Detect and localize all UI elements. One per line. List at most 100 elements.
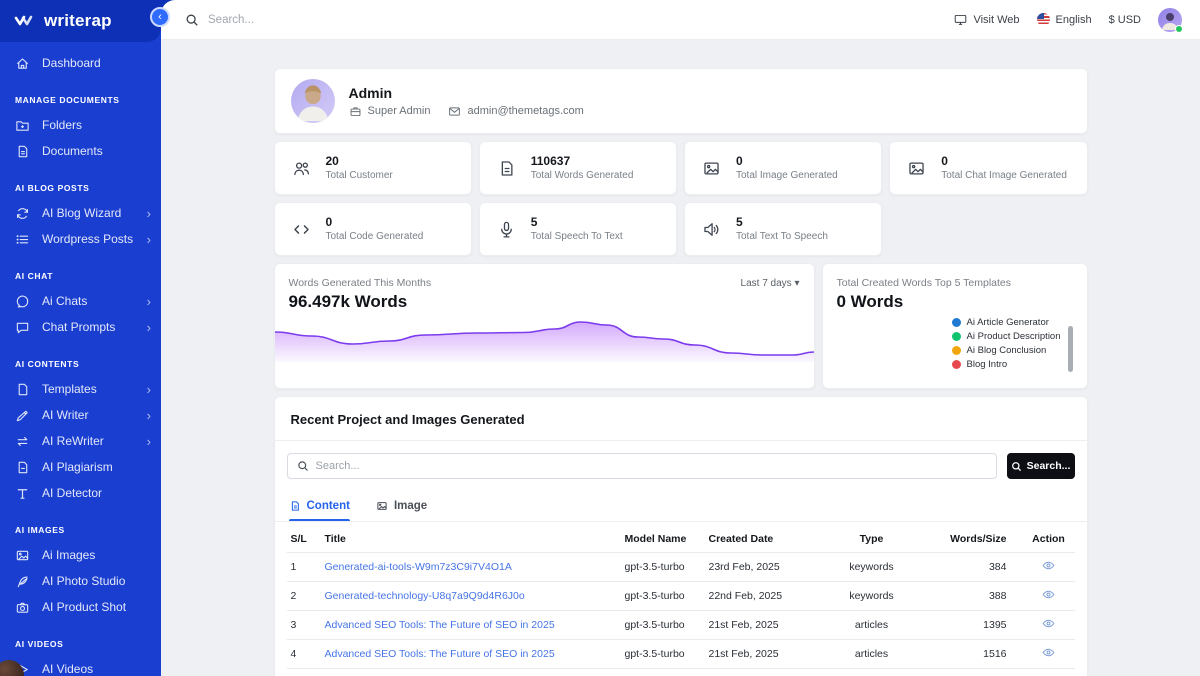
sidebar-item-label: Folders xyxy=(42,118,151,132)
sidebar-section-ai-images: AI IMAGES xyxy=(0,522,161,538)
sidebar-section-ai-blog-posts: AI BLOG POSTS xyxy=(0,180,161,196)
sidebar-collapse-button[interactable]: ‹ xyxy=(150,7,170,27)
tab-image[interactable]: Image xyxy=(376,491,427,521)
stat-label: Total Chat Image Generated xyxy=(941,169,1067,182)
view-button[interactable] xyxy=(1042,559,1055,575)
sidebar-item-ai-detector[interactable]: AI Detector xyxy=(0,480,161,506)
sidebar-item-wordpress-posts[interactable]: Wordpress Posts › xyxy=(0,226,161,252)
sidebar-item-label: Documents xyxy=(42,144,151,158)
col-header-words: Words/Size xyxy=(931,526,1023,553)
user-avatar[interactable] xyxy=(1158,8,1182,32)
project-title-link[interactable]: Advanced SEO Tools: The Future of SEO in… xyxy=(325,648,555,660)
sidebar-item-ai-chats[interactable]: Ai Chats › xyxy=(0,288,161,314)
sidebar-item-folders[interactable]: Folders xyxy=(0,112,161,138)
sidebar-item-ai-photo-studio[interactable]: AI Photo Studio xyxy=(0,568,161,594)
feather-icon xyxy=(15,574,30,589)
sidebar-item-label: AI Detector xyxy=(42,486,151,500)
legend-item: Ai Article Generator xyxy=(952,317,1061,328)
sidebar-item-label: Ai Images xyxy=(42,548,151,562)
sidebar-item-ai-plagiarism[interactable]: AI Plagiarism xyxy=(0,454,161,480)
tab-content[interactable]: Content xyxy=(289,491,350,521)
chevron-right-icon: › xyxy=(147,409,151,422)
sidebar-item-label: AI Photo Studio xyxy=(42,574,151,588)
list-icon xyxy=(15,232,30,247)
letter-t-icon xyxy=(15,486,30,501)
stat-card-total-chat-images: 0Total Chat Image Generated xyxy=(889,141,1087,195)
search-icon xyxy=(185,13,199,27)
brand-name: writerap xyxy=(44,11,112,31)
sidebar-item-ai-videos[interactable]: AI Videos xyxy=(0,656,161,676)
col-header-title: Title xyxy=(321,526,621,553)
stat-value: 5 xyxy=(736,215,828,230)
admin-profile-card: Admin Super Admin admin@themetags.com xyxy=(274,68,1088,134)
legend-scrollbar[interactable] xyxy=(1068,326,1073,372)
top-templates-chart-card: Total Created Words Top 5 Templates 0 Wo… xyxy=(822,263,1088,389)
eye-icon xyxy=(1042,617,1055,630)
home-icon xyxy=(15,56,30,71)
currency-selector[interactable]: $ USD xyxy=(1109,14,1141,26)
recent-projects-title: Recent Project and Images Generated xyxy=(275,397,1087,440)
table-search-input[interactable] xyxy=(316,460,987,472)
repeat-icon xyxy=(15,434,30,449)
global-search[interactable] xyxy=(185,13,388,27)
sidebar-item-label: Wordpress Posts xyxy=(42,232,135,246)
admin-name: Admin xyxy=(349,85,584,101)
stat-card-total-code: 0Total Code Generated xyxy=(274,202,472,256)
stat-card-total-customer: 20Total Customer xyxy=(274,141,472,195)
view-button[interactable] xyxy=(1042,617,1055,633)
sidebar-item-ai-writer[interactable]: AI Writer › xyxy=(0,402,161,428)
view-button[interactable] xyxy=(1042,646,1055,662)
sidebar-item-ai-rewriter[interactable]: AI ReWriter › xyxy=(0,428,161,454)
main-content: Admin Super Admin admin@themetags.com 20… xyxy=(161,40,1200,676)
stat-value: 20 xyxy=(326,154,393,169)
doc-lines-icon xyxy=(15,460,30,475)
visit-web-link[interactable]: Visit Web xyxy=(954,13,1019,26)
project-title-link[interactable]: Advanced SEO Tools: The Future of SEO in… xyxy=(325,619,555,631)
caret-down-icon: ▾ xyxy=(794,278,799,289)
stat-value: 0 xyxy=(736,154,838,169)
project-title-link[interactable]: Generated-ai-tools-W9m7z3C9i7V4O1A xyxy=(325,561,512,573)
sidebar-item-dashboard[interactable]: Dashboard xyxy=(0,50,161,76)
sidebar-item-templates[interactable]: Templates › xyxy=(0,376,161,402)
search-input[interactable] xyxy=(208,14,388,26)
chevron-right-icon: › xyxy=(147,295,151,308)
sidebar-item-chat-prompts[interactable]: Chat Prompts › xyxy=(0,314,161,340)
projects-table: S/L Title Model Name Created Date Type W… xyxy=(287,526,1075,676)
col-header-sl: S/L xyxy=(287,526,321,553)
visit-web-label: Visit Web xyxy=(973,14,1019,26)
search-icon xyxy=(297,460,309,472)
admin-role: Super Admin xyxy=(349,105,431,118)
col-header-type: Type xyxy=(813,526,931,553)
document-icon xyxy=(497,159,516,178)
sidebar-section-ai-videos: AI VIDEOS xyxy=(0,636,161,652)
sidebar-item-ai-product-shot[interactable]: AI Product Shot xyxy=(0,594,161,620)
search-icon xyxy=(1011,461,1022,472)
legend-dot xyxy=(952,346,961,355)
refresh-icon xyxy=(15,206,30,221)
envelope-icon xyxy=(448,105,461,118)
brand-logo-icon xyxy=(14,12,36,30)
recent-projects-card: Recent Project and Images Generated Sear… xyxy=(274,396,1088,676)
sidebar-item-ai-blog-wizard[interactable]: AI Blog Wizard › xyxy=(0,200,161,226)
sidebar-item-ai-images[interactable]: Ai Images xyxy=(0,542,161,568)
range-selector-dropdown[interactable]: Last 7 days ▾ xyxy=(741,278,800,289)
chart-title: Total Created Words Top 5 Templates xyxy=(837,277,1073,289)
view-button[interactable] xyxy=(1042,588,1055,604)
sidebar-item-label: AI Blog Wizard xyxy=(42,206,135,220)
table-search[interactable] xyxy=(287,453,997,479)
table-header-row: S/L Title Model Name Created Date Type W… xyxy=(287,526,1075,553)
col-header-date: Created Date xyxy=(705,526,813,553)
stat-value: 5 xyxy=(531,215,623,230)
language-selector[interactable]: English xyxy=(1037,13,1092,26)
search-button[interactable]: Search... xyxy=(1007,453,1075,479)
logo[interactable]: writerap xyxy=(0,0,161,42)
topbar: Visit Web English $ USD xyxy=(161,0,1200,40)
briefcase-icon xyxy=(349,105,362,118)
legend-dot xyxy=(952,332,961,341)
sidebar-item-label: Templates xyxy=(42,382,135,396)
project-title-link[interactable]: Generated-technology-U8q7a9Q9d4R6J0o xyxy=(325,590,525,602)
eye-icon xyxy=(1042,559,1055,572)
stat-label: Total Text To Speech xyxy=(736,230,828,243)
sidebar-item-documents[interactable]: Documents xyxy=(0,138,161,164)
legend-dot xyxy=(952,318,961,327)
